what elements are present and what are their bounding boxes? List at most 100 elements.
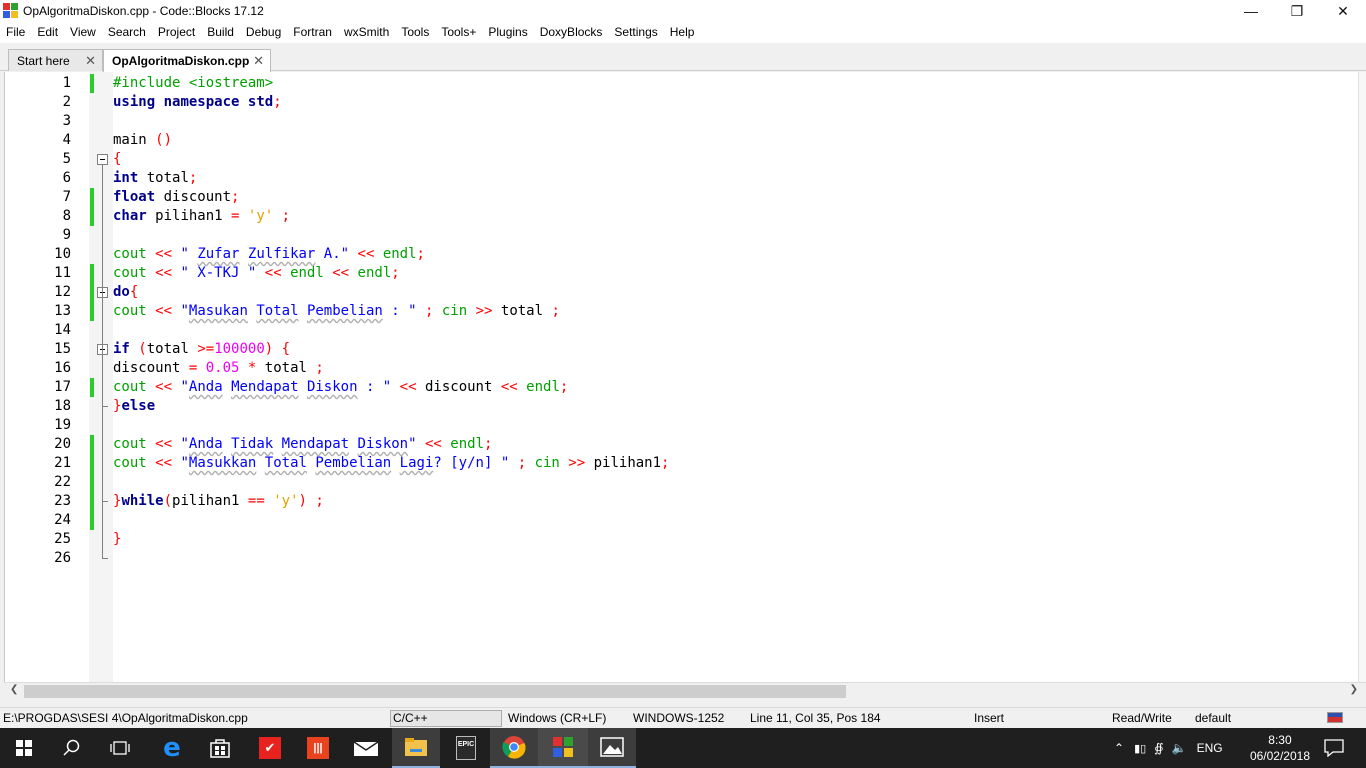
code-line[interactable]: do{ — [113, 283, 1363, 302]
language-indicator[interactable]: ENG — [1197, 741, 1223, 755]
horizontal-scrollbar[interactable]: ❮ ❯ — [4, 682, 1366, 699]
close-icon[interactable]: ✕ — [253, 53, 264, 69]
tab-opalgoritmadiskon[interactable]: OpAlgoritmaDiskon.cpp ✕ — [103, 49, 271, 72]
menu-fortran[interactable]: Fortran — [287, 22, 338, 43]
line-number: 1 — [62, 75, 71, 91]
menu-file[interactable]: File — [0, 22, 31, 43]
app-red-icon[interactable]: ✔ — [246, 728, 294, 768]
flag-icon — [1327, 712, 1343, 723]
code-line[interactable]: } — [113, 530, 1363, 549]
code-text: cout << "Masukan Total Pembelian : " ; c… — [113, 303, 560, 319]
menu-search[interactable]: Search — [102, 22, 152, 43]
status-file-path: E:\PROGDAS\SESI 4\OpAlgoritmaDiskon.cpp — [3, 711, 248, 725]
menu-view[interactable]: View — [64, 22, 102, 43]
code-text: cout << " X-TKJ " << endl << endl; — [113, 265, 400, 281]
explorer-icon[interactable] — [392, 728, 440, 768]
menu-wxsmith[interactable]: wxSmith — [338, 22, 395, 43]
line-number: 6 — [62, 170, 71, 186]
status-access: Read/Write — [1112, 711, 1172, 725]
line-number: 23 — [54, 493, 71, 509]
code-line[interactable] — [113, 112, 1363, 131]
menu-project[interactable]: Project — [152, 22, 201, 43]
menu-settings[interactable]: Settings — [608, 22, 663, 43]
vertical-scrollbar[interactable] — [1358, 72, 1366, 682]
code-line[interactable]: int total; — [113, 169, 1363, 188]
code-line[interactable]: }else — [113, 397, 1363, 416]
code-text: }else — [113, 398, 156, 414]
fold-toggle-icon[interactable] — [97, 154, 108, 165]
scrollbar-thumb[interactable] — [24, 685, 846, 698]
start-icon[interactable] — [0, 728, 48, 768]
edge-icon[interactable]: e — [148, 728, 196, 768]
code-editor[interactable]: 1 #include <iostream> 2 using namespace std… — [4, 72, 1366, 682]
minimize-button[interactable]: — — [1228, 0, 1274, 22]
code-line[interactable]: float discount; — [113, 188, 1363, 207]
code-line[interactable]: cout << "Anda Tidak Mendapat Diskon" << … — [113, 435, 1363, 454]
code-line[interactable] — [113, 473, 1363, 492]
codeblocks-icon[interactable] — [538, 728, 588, 768]
menu-build[interactable]: Build — [201, 22, 240, 43]
code-text: if (total >=100000) { — [113, 341, 291, 357]
code-line[interactable]: char pilihan1 = 'y' ; — [113, 207, 1363, 226]
scroll-left-icon[interactable]: ❮ — [10, 684, 18, 695]
status-encoding: WINDOWS-1252 — [633, 711, 725, 725]
line-number: 22 — [54, 474, 71, 490]
photos-icon[interactable] — [588, 728, 636, 768]
code-text: cout << "Masukkan Total Pembelian Lagi? … — [113, 455, 670, 471]
menu-plugins[interactable]: Plugins — [482, 22, 533, 43]
tray-expand-icon[interactable]: ⌃ — [1114, 741, 1124, 755]
code-line[interactable] — [113, 416, 1363, 435]
menu-edit[interactable]: Edit — [31, 22, 64, 43]
code-text: cout << "Anda Tidak Mendapat Diskon" << … — [113, 436, 493, 452]
store-icon[interactable] — [196, 728, 244, 768]
close-button[interactable]: ✕ — [1320, 0, 1366, 22]
change-marker — [90, 264, 94, 283]
search-icon[interactable] — [48, 728, 96, 768]
chrome-icon[interactable] — [490, 728, 538, 768]
code-text: int total; — [113, 170, 198, 186]
code-line[interactable]: main () — [113, 131, 1363, 150]
status-position: Line 11, Col 35, Pos 184 — [750, 711, 881, 725]
close-icon[interactable]: ✕ — [85, 53, 96, 69]
menu-help[interactable]: Help — [664, 22, 701, 43]
code-line[interactable]: using namespace std; — [113, 93, 1363, 112]
code-line[interactable] — [113, 321, 1363, 340]
code-line[interactable]: cout << " X-TKJ " << endl << endl; — [113, 264, 1363, 283]
code-line[interactable]: { — [113, 150, 1363, 169]
scroll-right-icon[interactable]: ❯ — [1350, 684, 1358, 695]
code-line[interactable]: if (total >=100000) { — [113, 340, 1363, 359]
code-line[interactable] — [113, 226, 1363, 245]
code-line[interactable]: discount = 0.05 * total ; — [113, 359, 1363, 378]
code-line[interactable]: cout << " Zufar Zulfikar A." << endl; — [113, 245, 1363, 264]
windows-taskbar: e ✔ ||| EPIC ⌃ ▮▯ ∯ 🔈 ENG 8:30 06/02/201… — [0, 728, 1366, 768]
restore-button[interactable]: ❐ — [1274, 0, 1320, 22]
code-line[interactable]: cout << "Masukan Total Pembelian : " ; c… — [113, 302, 1363, 321]
code-line[interactable] — [113, 549, 1363, 568]
code-text: cout << " Zufar Zulfikar A." << endl; — [113, 246, 425, 262]
menu-tools[interactable]: Tools — [395, 22, 435, 43]
code-line[interactable] — [113, 511, 1363, 530]
change-marker — [90, 435, 94, 454]
menu-doxyblocks[interactable]: DoxyBlocks — [534, 22, 609, 43]
mail-icon[interactable] — [342, 728, 390, 768]
task-view-icon[interactable] — [96, 728, 144, 768]
app-red2-icon[interactable]: ||| — [294, 728, 342, 768]
code-line[interactable]: cout << "Masukkan Total Pembelian Lagi? … — [113, 454, 1363, 473]
menu-debug[interactable]: Debug — [240, 22, 287, 43]
wifi-icon[interactable]: ∯ — [1154, 741, 1163, 755]
tab-start-here[interactable]: Start here ✕ — [8, 49, 103, 71]
status-bar: E:\PROGDAS\SESI 4\OpAlgoritmaDiskon.cpp … — [0, 707, 1366, 728]
menu-tools-plus[interactable]: Tools+ — [435, 22, 482, 43]
code-line[interactable]: cout << "Anda Mendapat Diskon : " << dis… — [113, 378, 1363, 397]
notifications-icon[interactable] — [1310, 728, 1358, 768]
line-number: 11 — [54, 265, 71, 281]
epic-games-icon[interactable]: EPIC — [442, 728, 490, 768]
battery-icon[interactable]: ▮▯ — [1134, 742, 1146, 755]
volume-icon[interactable]: 🔈 — [1172, 741, 1187, 755]
code-line[interactable]: }while(pilihan1 == 'y') ; — [113, 492, 1363, 511]
clock[interactable]: 8:30 06/02/2018 — [1250, 732, 1310, 764]
code-text: } — [113, 531, 122, 547]
code-text: main () — [113, 132, 173, 148]
code-line[interactable]: #include <iostream> — [113, 74, 1363, 93]
code-text: cout << "Anda Mendapat Diskon : " << dis… — [113, 379, 569, 395]
